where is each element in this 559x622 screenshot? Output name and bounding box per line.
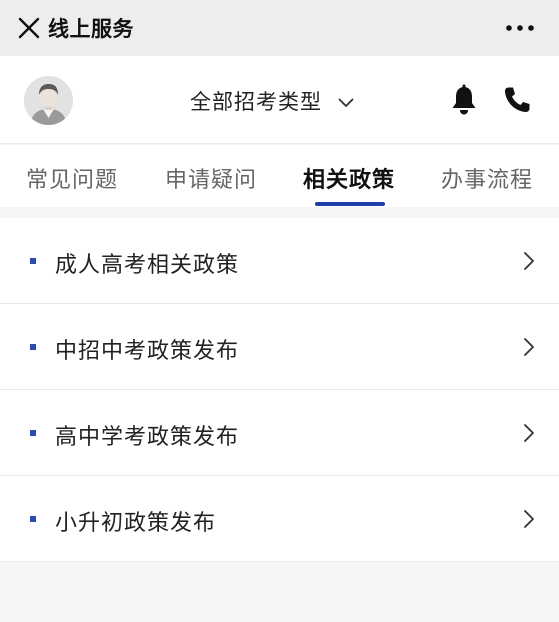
notifications-button[interactable] — [449, 84, 479, 116]
chevron-right-icon — [524, 510, 534, 528]
close-icon — [18, 17, 40, 39]
more-options-button[interactable] — [503, 13, 537, 43]
phone-icon — [505, 87, 530, 112]
user-avatar-icon — [24, 76, 73, 125]
list-item-label: 中招中考政策发布 — [55, 339, 240, 364]
bullet-marker — [30, 430, 36, 436]
list-item-label: 小升初政策发布 — [55, 511, 217, 536]
tab-common-questions[interactable]: 常见问题 — [26, 162, 118, 194]
bullet-marker — [30, 516, 36, 522]
list-item[interactable]: 高中学考政策发布 — [0, 390, 559, 476]
chevron-right-icon — [524, 424, 534, 442]
chevron-right-icon — [524, 338, 534, 356]
bell-icon — [452, 84, 476, 115]
policy-list: 成人高考相关政策 中招中考政策发布 高中学考政策发布 小升初政策发布 — [0, 218, 559, 562]
list-item-label: 高中学考政策发布 — [55, 425, 240, 450]
tab-procedures[interactable]: 办事流程 — [441, 162, 533, 194]
exam-type-selector-label: 全部招考类型 — [190, 90, 322, 114]
bullet-marker — [30, 344, 36, 350]
tab-application-questions[interactable]: 申请疑问 — [165, 162, 257, 194]
tab-related-policies[interactable]: 相关政策 — [303, 162, 395, 194]
chevron-right-icon — [524, 252, 534, 270]
list-item[interactable]: 中招中考政策发布 — [0, 304, 559, 390]
list-item-label: 成人高考相关政策 — [55, 253, 240, 278]
header-bar: 全部招考类型 — [0, 56, 559, 144]
bullet-marker — [30, 258, 36, 264]
active-tab-indicator — [315, 202, 385, 206]
list-item[interactable]: 小升初政策发布 — [0, 476, 559, 562]
list-item[interactable]: 成人高考相关政策 — [0, 218, 559, 304]
page-title: 线上服务 — [48, 17, 134, 41]
call-button[interactable] — [502, 85, 532, 115]
title-bar: 线上服务 — [0, 0, 559, 56]
avatar[interactable] — [24, 76, 73, 125]
exam-type-selector[interactable]: 全部招考类型 — [190, 86, 354, 116]
more-horizontal-icon — [506, 25, 534, 31]
chevron-down-icon — [338, 98, 354, 107]
tab-bar: 常见问题 申请疑问 相关政策 办事流程 — [0, 145, 559, 207]
close-button[interactable] — [14, 13, 44, 43]
